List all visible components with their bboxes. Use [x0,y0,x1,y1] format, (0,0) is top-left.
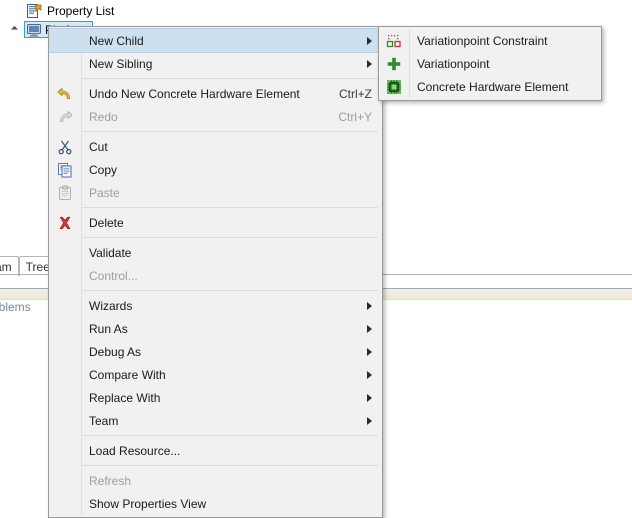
menu-item-icon-slot [49,265,81,287]
submenu-arrow-icon [362,37,376,45]
copy-icon [49,159,81,181]
menu-item-shortcut: Ctrl+Z [339,86,372,101]
menu-item-label: Replace With [89,390,161,405]
menu-item-label: Delete [89,215,124,230]
menu-item-label: Validate [89,245,132,260]
menu-item-compare-with[interactable]: Compare With [49,363,382,386]
menu-item-label: Refresh [89,473,132,488]
menu-item-icon-slot [49,470,81,492]
menu-item-label: Redo [89,109,118,124]
menu-separator [82,207,378,208]
delete-icon [49,212,81,234]
submenu-item-variationpoint-constraint[interactable]: Variationpoint Constraint [379,29,601,52]
menu-item-undo-new-concrete-hardware-element[interactable]: Undo New Concrete Hardware Element Ctrl+Z [49,82,382,105]
menu-item-team[interactable]: Team [49,409,382,432]
menu-separator [82,131,378,132]
hardware-chip-icon [379,76,409,98]
property-list-header: Property List [26,2,114,20]
menu-item-label: Copy [89,162,118,177]
editor-tab-diagram[interactable]: ram [0,256,19,276]
menu-item-label: Control... [89,268,138,283]
submenu-items: Variationpoint Constraint Variationpoint C… [379,29,601,98]
menu-item-new-sibling[interactable]: New Sibling [49,52,382,75]
menu-item-run-as[interactable]: Run As [49,317,382,340]
menu-item-debug-as[interactable]: Debug As [49,340,382,363]
tree-expand-arrow-icon[interactable] [10,24,21,35]
menu-item-label: Cut [89,139,108,154]
menu-item-label: New Child [89,33,144,48]
monitor-icon [26,22,42,38]
menu-item-label: Compare With [89,367,166,382]
submenu-item-label: Concrete Hardware Element [417,79,569,94]
submenu-item-label: Variationpoint [417,56,490,71]
menu-item-control: Control... [49,264,382,287]
menu-item-validate[interactable]: Validate [49,241,382,264]
menu-item-icon-slot [49,364,81,386]
menu-item-label: Undo New Concrete Hardware Element [89,86,300,101]
menu-item-icon-slot [49,295,81,317]
menu-item-shortcut: Ctrl+Y [338,109,372,124]
submenu-item-variationpoint[interactable]: Variationpoint [379,52,601,75]
menu-separator [82,78,378,79]
menu-item-label: Paste [89,185,120,200]
context-menu: New Child New Sibling Undo New Concrete Ha… [48,26,383,518]
menu-item-icon-slot [49,53,81,75]
menu-item-redo: Redo Ctrl+Y [49,105,382,128]
menu-item-icon-slot [49,318,81,340]
menu-item-label: Wizards [89,298,133,313]
cut-icon [49,136,81,158]
menu-item-refresh: Refresh [49,469,382,492]
menu-item-label: Debug As [89,344,142,359]
menu-item-new-child[interactable]: New Child [49,28,382,53]
menu-item-replace-with[interactable]: Replace With [49,386,382,409]
submenu-arrow-icon [362,348,376,356]
submenu-arrow-icon [362,302,376,310]
menu-item-icon-slot [49,341,81,363]
menu-item-label: Run As [89,321,128,336]
menu-item-delete[interactable]: Delete [49,211,382,234]
variationpoint-constraint-icon [379,30,409,52]
menu-item-icon-slot [49,440,81,462]
menu-item-paste: Paste [49,181,382,204]
menu-separator [82,237,378,238]
menu-item-label: New Sibling [89,56,153,71]
menu-item-icon-slot [49,30,81,52]
menu-item-icon-slot [49,410,81,432]
plus-icon [379,53,409,75]
paste-icon [49,182,81,204]
submenu-item-label: Variationpoint Constraint [417,33,548,48]
property-list-icon [26,3,42,19]
property-list-label: Property List [47,4,115,18]
undo-icon [49,83,81,105]
redo-icon [49,106,81,128]
menu-item-label: Load Resource... [89,443,181,458]
submenu-arrow-icon [362,417,376,425]
menu-item-wizards[interactable]: Wizards [49,294,382,317]
menu-item-icon-slot [49,242,81,264]
menu-item-load-resource[interactable]: Load Resource... [49,439,382,462]
menu-item-icon-slot [49,387,81,409]
new-child-submenu: Variationpoint Constraint Variationpoint C… [378,26,602,101]
menu-item-label: Team [89,413,119,428]
menu-separator [82,435,378,436]
context-menu-items: New Child New Sibling Undo New Concrete Ha… [49,28,382,515]
submenu-arrow-icon [362,394,376,402]
menu-separator [82,465,378,466]
menu-separator [82,290,378,291]
submenu-arrow-icon [362,60,376,68]
menu-item-cut[interactable]: Cut [49,135,382,158]
submenu-arrow-icon [362,325,376,333]
menu-item-copy[interactable]: Copy [49,158,382,181]
submenu-arrow-icon [362,371,376,379]
problems-view-tab[interactable]: roblems [0,300,31,314]
submenu-item-concrete-hardware-element[interactable]: Concrete Hardware Element [379,75,601,98]
